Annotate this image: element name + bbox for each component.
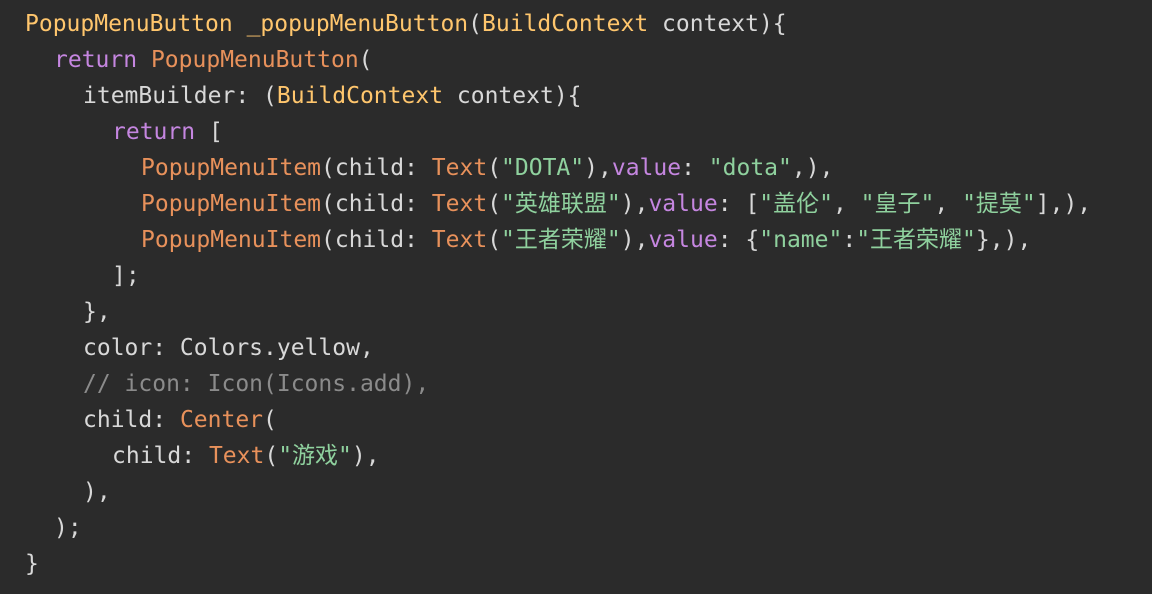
token-paren: (	[487, 191, 502, 217]
token-named-arg: (child:	[321, 155, 432, 181]
token-punct: :	[842, 227, 857, 253]
code-line-14: ),	[25, 474, 1152, 510]
token-param: context){	[648, 11, 787, 37]
code-line-4: return [	[25, 114, 1152, 150]
code-line-13: child: Text("游戏"),	[25, 438, 1152, 474]
token-class: Center	[179, 407, 264, 433]
token-string: "DOTA"	[501, 155, 585, 181]
token-paren: (	[264, 443, 279, 469]
token-class: PopupMenuItem	[141, 191, 322, 217]
token-string: "盖伦"	[759, 191, 833, 217]
token-named-arg-value: value	[611, 155, 682, 181]
token-string: "皇子"	[860, 191, 935, 217]
code-line-12: child: Center(	[25, 402, 1152, 438]
token-paren: (	[263, 407, 277, 433]
token-named-arg: (child:	[321, 191, 432, 217]
token-class: Text	[208, 443, 265, 469]
token-comment: // icon: Icon(Icons.add),	[83, 371, 430, 397]
token-named-arg: child:	[112, 443, 209, 469]
code-line-10: color: Colors.yellow,	[25, 330, 1152, 366]
code-line-7: PopupMenuItem(child: Text("王者荣耀"),value:…	[25, 222, 1152, 258]
token-paren: (	[487, 227, 502, 253]
token-colon: :	[681, 155, 709, 181]
token-named-arg: color: Colors.yellow,	[83, 335, 374, 361]
token-named-arg-value: value	[648, 227, 718, 253]
token-paren: (	[487, 155, 502, 181]
token-named-arg: (child:	[321, 227, 432, 253]
token-punct: ,	[934, 191, 963, 217]
code-line-3: itemBuilder: (BuildContext context){	[25, 78, 1152, 114]
token-named-arg: itemBuilder: (	[83, 83, 277, 109]
token-punct: ),	[620, 227, 649, 253]
token-string: "name"	[759, 227, 843, 253]
token-string: "游戏"	[278, 443, 352, 469]
code-line-16: }	[25, 546, 1152, 582]
token-return-type: PopupMenuButton	[25, 11, 233, 37]
code-line-15: );	[25, 510, 1152, 546]
token-string: "英雄联盟"	[501, 191, 621, 217]
token-paren: (	[468, 11, 482, 37]
token-class: Text	[431, 227, 488, 253]
token-string: "dota"	[708, 155, 792, 181]
token-colon: : {	[717, 227, 760, 253]
token-named-arg-value: value	[648, 191, 718, 217]
token-colon: : [	[717, 191, 760, 217]
token-named-arg: child:	[83, 407, 180, 433]
token-param-type: BuildContext	[276, 83, 444, 109]
code-line-1: PopupMenuButton _popupMenuButton(BuildCo…	[25, 6, 1152, 42]
token-param: context){	[443, 83, 582, 109]
token-punct: ,	[832, 191, 861, 217]
token-class: Text	[431, 191, 488, 217]
token-paren-close: );	[54, 515, 82, 541]
token-punct: ),	[351, 443, 380, 469]
code-line-9: },	[25, 294, 1152, 330]
token-punct: },),	[975, 227, 1032, 253]
token-punct: ],),	[1035, 191, 1092, 217]
token-param-type: BuildContext	[482, 11, 649, 37]
token-punct: ,),	[791, 155, 834, 181]
code-line-5: PopupMenuItem(child: Text("DOTA"),value:…	[25, 150, 1152, 186]
token-brace-close: }	[25, 551, 39, 577]
token-punct: ),	[584, 155, 612, 181]
token-brace-close: },	[83, 299, 111, 325]
token-string: "王者荣耀"	[501, 227, 621, 253]
code-line-8: ];	[25, 258, 1152, 294]
token-string: "王者荣耀"	[856, 227, 976, 253]
code-line-6: PopupMenuItem(child: Text("英雄联盟"),value:…	[25, 186, 1152, 222]
token-paren: (	[358, 47, 373, 73]
token-class: PopupMenuItem	[141, 155, 322, 181]
code-line-11: // icon: Icon(Icons.add),	[25, 366, 1152, 402]
token-class: Text	[431, 155, 488, 181]
token-keyword-return: return	[112, 119, 196, 145]
code-editor[interactable]: PopupMenuButton _popupMenuButton(BuildCo…	[0, 0, 1152, 594]
token-punct: ),	[620, 191, 649, 217]
token-class: PopupMenuButton	[150, 47, 359, 73]
token-function-name: _popupMenuButton	[246, 11, 469, 37]
token-string: "提莫"	[962, 191, 1036, 217]
token-bracket-close: ];	[112, 263, 140, 289]
token-class: PopupMenuItem	[141, 227, 322, 253]
token-keyword-return: return	[54, 47, 138, 73]
token-paren-close: ),	[83, 479, 111, 505]
code-line-2: return PopupMenuButton(	[25, 42, 1152, 78]
token-bracket: [	[195, 119, 223, 145]
